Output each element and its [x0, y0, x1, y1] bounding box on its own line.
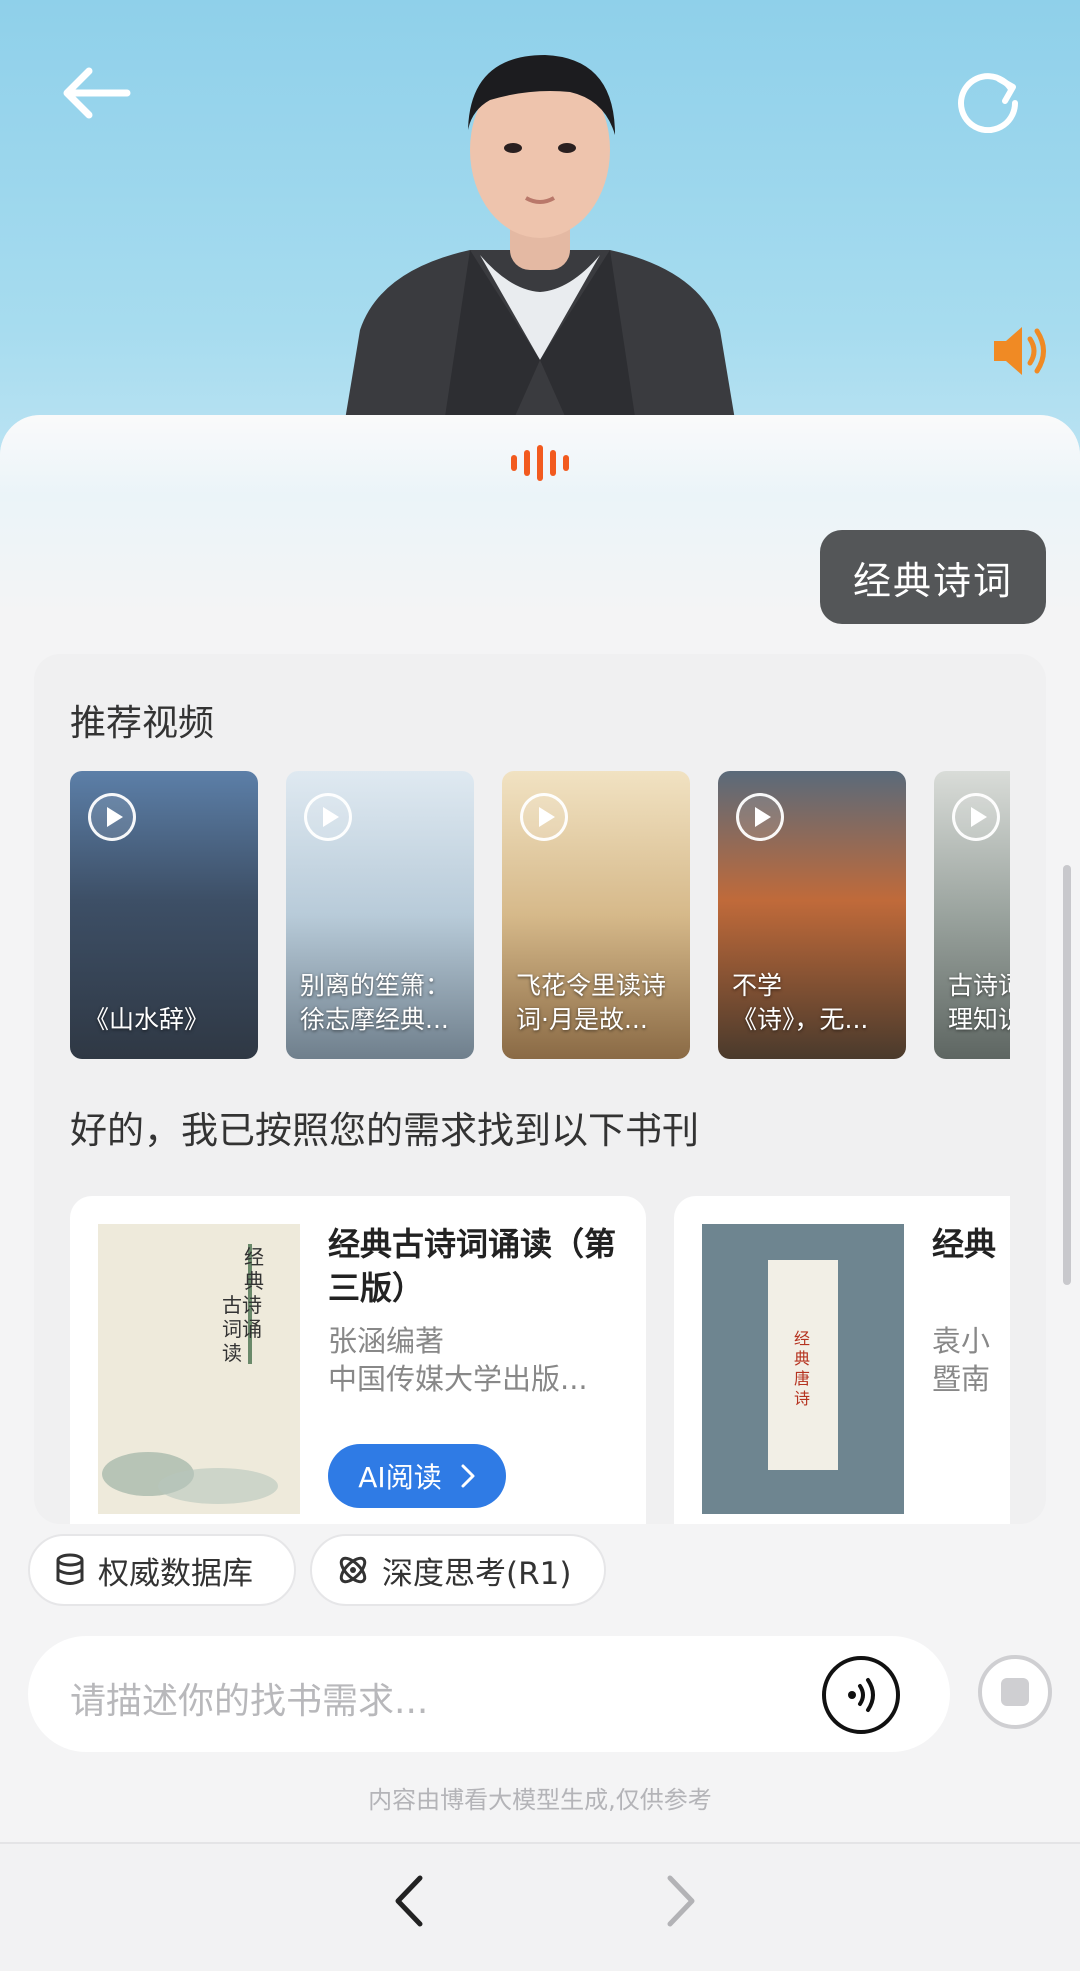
voice-input-button[interactable]	[822, 1656, 900, 1734]
book-meta: 袁小 暨南	[932, 1322, 1010, 1398]
digital-human-avatar	[340, 55, 740, 450]
chevron-right-icon	[461, 1464, 475, 1488]
videos-section-title: 推荐视频	[70, 703, 215, 744]
book-publisher: 中国传媒大学出版...	[328, 1362, 588, 1396]
video-caption: 古诗词 理知识	[948, 971, 1010, 1034]
speaker-button[interactable]	[985, 318, 1055, 384]
chip-label: 深度思考(R1)	[382, 1555, 572, 1592]
svg-text:读: 读	[222, 1341, 242, 1365]
deep-think-icon	[339, 1556, 367, 1584]
video-caption: 《山水辞》	[84, 1005, 210, 1034]
back-button[interactable]	[50, 58, 140, 128]
play-icon	[736, 793, 784, 841]
video-caption: 别离的笙箫： 徐志摩经典...	[300, 971, 451, 1034]
play-icon	[88, 793, 136, 841]
svg-text:经: 经	[794, 1329, 810, 1348]
video-item[interactable]: 古诗词 理知识	[934, 771, 1010, 1059]
refresh-button[interactable]	[948, 60, 1028, 140]
book-author: 张涵编著	[328, 1324, 445, 1358]
back-arrow-icon	[63, 67, 131, 119]
authoritative-database-chip[interactable]: 权威数据库	[28, 1534, 296, 1606]
scrollbar[interactable]	[1063, 865, 1071, 1285]
book-author: 袁小	[932, 1324, 991, 1358]
svg-text:典: 典	[244, 1269, 264, 1293]
user-message-bubble: 经典诗词	[820, 530, 1046, 624]
book-card[interactable]: 经 典 古诗 词诵 读 经典古诗词诵读（第三版） 张涵编著 中国传媒大学出版..…	[70, 1196, 646, 1524]
book-title: 经典古诗词诵读（第三版）	[328, 1225, 617, 1307]
stop-icon	[1001, 1678, 1029, 1706]
voice-input-icon	[848, 1678, 875, 1712]
video-caption: 不学 《诗》，无...	[732, 971, 869, 1034]
search-input[interactable]: 请描述你的找书需求...	[70, 1672, 428, 1724]
svg-text:古诗: 古诗	[222, 1293, 262, 1317]
svg-text:词诵: 词诵	[222, 1317, 262, 1341]
svg-text:经: 经	[244, 1245, 264, 1269]
chevron-right-icon[interactable]	[650, 1866, 710, 1936]
play-icon	[520, 793, 568, 841]
deep-think-chip[interactable]: 深度思考(R1)	[310, 1534, 606, 1606]
ai-read-label: AI阅读	[358, 1461, 442, 1494]
video-item[interactable]: 不学 《诗》，无...	[718, 771, 906, 1059]
speaker-icon	[994, 327, 1046, 375]
ai-read-button[interactable]: AI阅读	[328, 1444, 506, 1508]
assistant-reply-text: 好的，我已按照您的需求找到以下书刊	[70, 1109, 699, 1152]
result-card: 推荐视频 《山水辞》 别离的笙箫： 徐志摩经典... 飞花令里读诗 词·月是故.…	[34, 654, 1046, 1524]
video-carousel[interactable]: 《山水辞》 别离的笙箫： 徐志摩经典... 飞花令里读诗 词·月是故... 不学…	[70, 771, 1010, 1061]
stop-button[interactable]	[978, 1655, 1052, 1729]
book-publisher: 暨南	[932, 1362, 991, 1396]
play-icon	[304, 793, 352, 841]
book-cover: 经 典 唐 诗	[702, 1224, 904, 1514]
search-input-bar[interactable]: 请描述你的找书需求...	[28, 1636, 950, 1752]
database-icon	[56, 1553, 84, 1585]
book-cover: 经 典 古诗 词诵 读	[98, 1224, 300, 1514]
chevron-left-icon[interactable]	[380, 1866, 440, 1936]
play-icon	[952, 793, 1000, 841]
svg-text:唐: 唐	[794, 1369, 810, 1388]
svg-text:诗: 诗	[794, 1389, 810, 1408]
bottom-navigation	[0, 1842, 1080, 1971]
svg-text:典: 典	[794, 1349, 810, 1368]
video-item[interactable]: 《山水辞》	[70, 771, 258, 1059]
ai-disclaimer: 内容由博看大模型生成,仅供参考	[368, 1786, 712, 1814]
refresh-icon	[958, 73, 1019, 133]
video-caption: 飞花令里读诗 词·月是故...	[516, 971, 667, 1034]
book-carousel[interactable]: 经 典 古诗 词诵 读 经典古诗词诵读（第三版） 张涵编著 中国传媒大学出版..…	[70, 1196, 1010, 1524]
book-card[interactable]: 经 典 唐 诗 经典 袁小 暨南	[674, 1196, 1010, 1524]
chip-label: 权威数据库	[98, 1555, 253, 1592]
book-meta: 张涵编著 中国传媒大学出版...	[328, 1322, 618, 1398]
video-item[interactable]: 别离的笙箫： 徐志摩经典...	[286, 771, 474, 1059]
voice-wave-icon	[508, 420, 572, 506]
video-item[interactable]: 飞花令里读诗 词·月是故...	[502, 771, 690, 1059]
book-title: 经典	[932, 1225, 997, 1263]
